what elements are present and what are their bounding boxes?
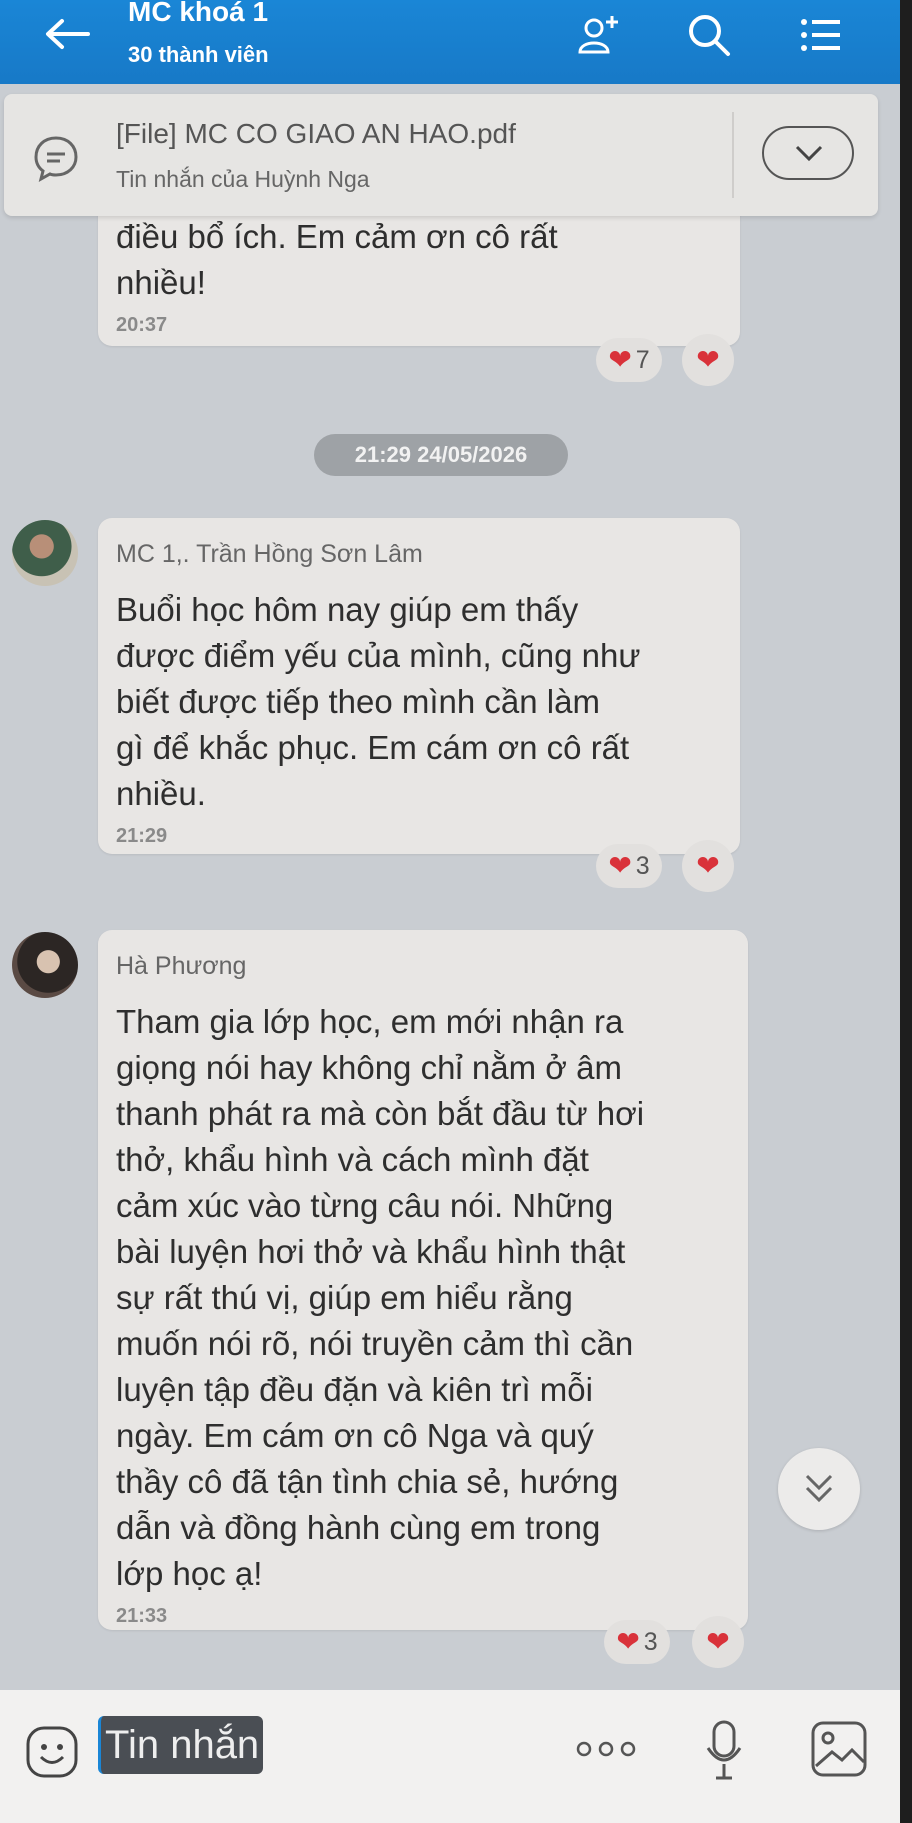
group-title: MC khoá 1 <box>128 0 269 27</box>
message-bubble[interactable]: MC 1,. Trần Hồng Sơn Lâm Buổi học hôm na… <box>98 518 740 854</box>
heart-icon: ❤ <box>706 1626 730 1657</box>
expand-pinned-button[interactable] <box>762 126 854 180</box>
add-member-icon[interactable] <box>574 10 624 60</box>
react-button[interactable]: ❤ <box>692 1616 744 1668</box>
message-text-line: giọng nói hay không chỉ nằm ở âm <box>116 1049 622 1086</box>
reaction-count-value: 3 <box>643 1627 658 1656</box>
date-separator: 21:29 24/05/2026 <box>314 434 568 476</box>
scroll-to-bottom-button[interactable] <box>778 1448 860 1530</box>
message-text-line: điều bổ ích. Em cảm ơn cô rất <box>116 218 558 255</box>
react-button[interactable]: ❤ <box>682 334 734 386</box>
list-menu-icon[interactable] <box>796 10 846 60</box>
message-time: 21:33 <box>116 1605 168 1627</box>
message-text-line: sự rất thú vị, giúp em hiểu rằng <box>116 1279 573 1316</box>
chat-header: MC khoá 1 30 thành viên <box>0 0 900 84</box>
sender-name: Hà Phương <box>116 952 247 980</box>
pinned-title: [File] MC CO GIAO AN HAO.pdf <box>116 118 516 149</box>
screen-edge <box>900 0 912 1823</box>
double-chevron-down-icon <box>805 1474 833 1503</box>
microphone-icon[interactable] <box>704 1718 744 1784</box>
message-text-line: thở, khẩu hình và cách mình đặt <box>116 1141 589 1178</box>
emoji-icon[interactable] <box>24 1724 80 1780</box>
message-text-line: nhiều! <box>116 264 206 301</box>
reaction-count-value: 7 <box>635 345 650 374</box>
reaction-count[interactable]: ❤ 3 <box>604 1620 670 1664</box>
message-text-line: Tham gia lớp học, em mới nhận ra <box>116 1003 624 1040</box>
search-icon[interactable] <box>684 10 734 60</box>
avatar[interactable] <box>12 520 78 586</box>
message-input[interactable]: Tin nhắn <box>98 1716 264 1774</box>
chat-title-group[interactable]: MC khoá 1 30 thành viên <box>128 0 269 68</box>
message-text-line: gì để khắc phục. Em cám ơn cô rất <box>116 729 630 766</box>
message-text-line: nhiều. <box>116 775 206 812</box>
message-text-line: thanh phát ra mà còn bắt đầu từ hơi <box>116 1095 645 1132</box>
back-arrow-icon[interactable] <box>42 14 92 54</box>
heart-icon: ❤ <box>608 850 632 881</box>
message-composer: Tin nhắn <box>0 1690 900 1823</box>
message-text-line: cảm xúc vào từng câu nói. Những <box>116 1187 614 1224</box>
image-icon[interactable] <box>810 1720 868 1778</box>
sender-name: MC 1,. Trần Hồng Sơn Lâm <box>116 540 423 568</box>
pinned-subtitle: Tin nhắn của Huỳnh Nga <box>116 166 370 192</box>
message-text-line: được điểm yếu của mình, cũng như <box>116 637 641 674</box>
message-time: 21:29 <box>116 825 168 847</box>
message-text-line: thầy cô đã tận tình chia sẻ, hướng <box>116 1463 619 1500</box>
message-text-line: Buổi học hôm nay giúp em thấy <box>116 591 579 628</box>
message-text-line: biết được tiếp theo mình cần làm <box>116 683 600 720</box>
message-text-line: bài luyện hơi thở và khẩu hình thật <box>116 1233 626 1270</box>
chevron-down-icon <box>795 145 823 162</box>
message-time: 20:37 <box>116 314 168 336</box>
avatar[interactable] <box>12 932 78 998</box>
message-text-line: luyện tập đều đặn và kiên trì mỗi <box>116 1371 593 1408</box>
message-bubble[interactable]: Hà Phương Tham gia lớp học, em mới nhận … <box>98 930 748 1630</box>
reaction-count[interactable]: ❤ 7 <box>596 338 662 382</box>
pinned-message-bar[interactable]: [File] MC CO GIAO AN HAO.pdf Tin nhắn củ… <box>4 94 878 216</box>
reaction-count[interactable]: ❤ 3 <box>596 844 662 888</box>
more-icon[interactable] <box>574 1736 638 1762</box>
react-button[interactable]: ❤ <box>682 840 734 892</box>
member-count: 30 thành viên <box>128 42 269 67</box>
divider <box>732 112 734 198</box>
heart-icon: ❤ <box>608 344 632 375</box>
message-text-line: lớp học ạ! <box>116 1555 263 1592</box>
reaction-count-value: 3 <box>635 851 650 880</box>
message-text-line: ngày. Em cám ơn cô Nga và quý <box>116 1417 594 1454</box>
heart-icon: ❤ <box>616 1626 640 1657</box>
heart-icon: ❤ <box>696 850 720 881</box>
heart-icon: ❤ <box>696 344 720 375</box>
message-icon <box>34 136 78 182</box>
message-text-line: muốn nói rõ, nói truyền cảm thì cần <box>116 1325 634 1362</box>
message-text-line: dẫn và đồng hành cùng em trong <box>116 1509 601 1546</box>
